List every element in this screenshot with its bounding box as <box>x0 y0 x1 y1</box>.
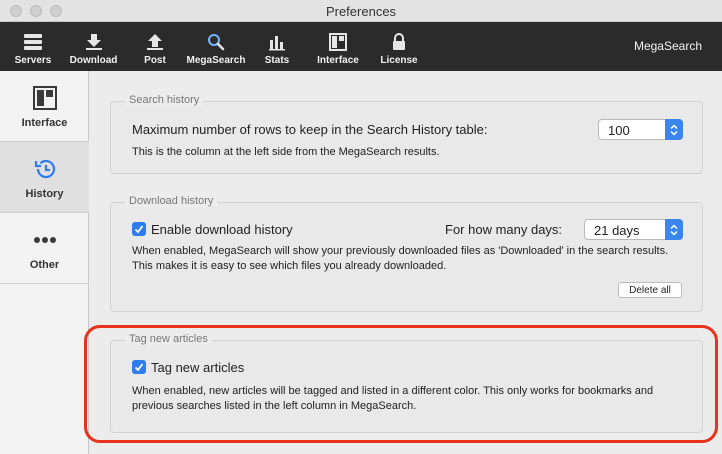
toolbar-item-label: Post <box>144 55 166 66</box>
group-legend: Tag new articles <box>125 333 212 345</box>
interface-icon <box>32 85 58 111</box>
toolbar-item-label: License <box>380 55 418 66</box>
license-icon <box>388 31 410 53</box>
toolbar-item-label: MegaSearch <box>186 55 246 66</box>
toolbar-item-servers[interactable]: Servers <box>13 22 53 71</box>
sidebar-item-history[interactable]: History <box>0 142 89 213</box>
toolbar-item-label: Servers <box>14 55 52 66</box>
sidebar: Interface History Other <box>0 71 89 454</box>
history-icon <box>32 156 58 182</box>
more-icon <box>32 227 58 253</box>
search-history-description: This is the column at the left side from… <box>132 146 440 158</box>
checkmark-icon <box>134 225 144 234</box>
max-rows-label: Maximum number of rows to keep in the Se… <box>132 122 488 137</box>
sidebar-item-label: Other <box>29 259 60 271</box>
app-name: MegaSearch <box>633 39 702 53</box>
tag-new-articles-label: Tag new articles <box>151 360 245 375</box>
tag-new-articles-checkbox[interactable] <box>132 360 146 374</box>
tag-articles-group: Tag new articles Tag new articles When e… <box>110 333 703 433</box>
group-legend: Download history <box>125 195 218 207</box>
sidebar-item-other[interactable]: Other <box>0 213 89 284</box>
toolbar-item-post[interactable]: Post <box>138 22 172 71</box>
search-icon <box>205 31 227 53</box>
days-select[interactable]: 21 days <box>584 219 683 240</box>
interface-icon <box>327 31 349 53</box>
toolbar-item-label: Stats <box>264 55 290 66</box>
sidebar-item-label: Interface <box>21 117 68 129</box>
sidebar-item-label: History <box>25 188 64 200</box>
delete-all-button[interactable]: Delete all <box>618 282 682 298</box>
window-title: Preferences <box>325 4 397 19</box>
toolbar-item-download[interactable]: Download <box>67 22 120 71</box>
toolbar-item-interface[interactable]: Interface <box>315 22 361 71</box>
stats-icon <box>266 31 288 53</box>
post-icon <box>144 31 166 53</box>
enable-download-history-checkbox[interactable] <box>132 222 146 236</box>
toolbar-item-license[interactable]: License <box>379 22 419 71</box>
title-bar: Preferences <box>0 0 722 22</box>
toolbar: Servers Download Post MegaSearch Stats I… <box>0 22 722 71</box>
days-value: 21 days <box>594 223 640 238</box>
download-history-description: When enabled, MegaSearch will show your … <box>132 245 669 272</box>
toolbar-item-megasearch[interactable]: MegaSearch <box>184 22 248 71</box>
days-label: For how many days: <box>445 222 563 237</box>
max-rows-value: 100 <box>608 123 630 138</box>
checkmark-icon <box>134 363 144 372</box>
servers-icon <box>22 31 44 53</box>
enable-download-history-label: Enable download history <box>151 222 293 237</box>
toolbar-item-stats[interactable]: Stats <box>262 22 292 71</box>
sidebar-item-interface[interactable]: Interface <box>0 71 89 142</box>
max-rows-select[interactable]: 100 <box>598 119 683 140</box>
search-history-group: Search history Maximum number of rows to… <box>110 94 703 174</box>
download-icon <box>83 31 105 53</box>
toolbar-item-label: Download <box>69 55 118 66</box>
toolbar-item-label: Interface <box>317 55 359 66</box>
group-legend: Search history <box>125 94 204 106</box>
download-history-group: Download history Enable download history… <box>110 195 703 312</box>
chevron-updown-icon <box>665 219 683 240</box>
tag-articles-description: When enabled, new articles will be tagge… <box>132 385 654 412</box>
chevron-updown-icon <box>665 119 683 140</box>
